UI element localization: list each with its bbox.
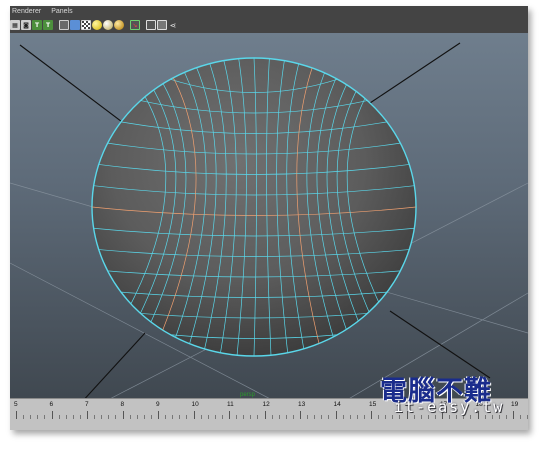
frame-minor-tick (214, 415, 216, 419)
xray-icon[interactable] (157, 20, 167, 30)
frame-minor-tick (505, 415, 507, 419)
frame-minor-tick (65, 415, 67, 419)
frame-minor-tick (30, 415, 32, 419)
frame-minor-tick (243, 415, 245, 419)
checker-icon[interactable] (81, 20, 91, 30)
frame-tick (300, 411, 301, 419)
frame-minor-tick (207, 415, 209, 419)
frame-minor-tick (328, 415, 330, 419)
wireframe-icon[interactable]: ▦ (10, 20, 20, 30)
frame-minor-tick (527, 415, 528, 419)
frame-minor-tick (165, 415, 167, 419)
frame-minor-tick (186, 415, 188, 419)
frame-minor-tick (44, 415, 46, 419)
frame-minor-tick (378, 415, 380, 419)
frame-tick-label: 6 (49, 401, 54, 408)
frame-minor-tick (356, 415, 358, 419)
texture-icon[interactable]: T (43, 20, 53, 30)
frame-tick-label: 19 (511, 401, 519, 408)
frame-minor-tick (307, 415, 309, 419)
frame-minor-tick (101, 415, 103, 419)
frame-tick (51, 411, 53, 419)
panel-menubar: Renderer Panels (10, 6, 528, 18)
frame-minor-tick (314, 415, 316, 419)
frame-minor-tick (179, 415, 181, 419)
frame-minor-tick (129, 415, 131, 419)
frame-minor-tick (23, 415, 25, 419)
menu-renderer[interactable]: Renderer (12, 6, 41, 18)
frame-tick (122, 411, 124, 419)
menu-panels[interactable]: Panels (51, 6, 72, 18)
frame-tick (16, 411, 17, 419)
frame-minor-tick (79, 415, 81, 419)
frame-tick-label: 9 (156, 401, 160, 408)
smooth-shade-icon[interactable]: ◙ (21, 20, 31, 30)
frame-minor-tick (292, 415, 294, 419)
wireframe-on-shaded-icon[interactable] (146, 20, 156, 30)
frame-minor-tick (200, 415, 202, 419)
perspective-viewport[interactable]: persp (10, 33, 528, 404)
frame-tick (335, 411, 337, 419)
frame-minor-tick (250, 415, 252, 419)
frame-minor-tick (520, 415, 522, 419)
frame-minor-tick (58, 415, 60, 419)
frame-tick-label: 13 (298, 401, 306, 408)
frame-tick-label: 11 (227, 401, 234, 408)
frame-minor-tick (278, 415, 280, 419)
frame-minor-tick (94, 415, 96, 419)
frame-tick (371, 411, 372, 419)
frame-minor-tick (349, 415, 351, 419)
frame-tick-label: 15 (369, 401, 377, 408)
scene-render (10, 42, 528, 404)
sphere-body (91, 57, 417, 357)
frame-tick-label: 12 (262, 401, 270, 408)
maya-viewport-window: Renderer Panels ▦ ◙ T T ↘ ⋖ persp 5 6 7 … (10, 6, 528, 430)
frame-minor-tick (136, 415, 138, 419)
frame-minor-tick (143, 415, 145, 419)
share-icon[interactable]: ⋖ (168, 20, 178, 30)
frame-minor-tick (221, 415, 223, 419)
all-lights-icon[interactable] (114, 20, 124, 30)
frame-tick (87, 411, 88, 419)
frame-minor-tick (72, 415, 74, 419)
frame-minor-tick (37, 415, 39, 419)
default-light-icon[interactable] (103, 20, 113, 30)
frame-tick-label: 5 (14, 401, 18, 408)
frame-minor-tick (150, 415, 152, 419)
frame-minor-tick (108, 415, 110, 419)
frame-tick (158, 411, 159, 419)
frame-minor-tick (271, 415, 273, 419)
frame-tick-label: 8 (120, 401, 125, 408)
frame-minor-tick (236, 415, 238, 419)
select-camera-icon[interactable]: ↘ (130, 20, 140, 30)
frame-minor-tick (172, 415, 174, 419)
frame-tick-label: 10 (191, 401, 199, 408)
watermark-subtitle: it-easy.tw (394, 398, 505, 416)
bounding-box-icon[interactable]: T (32, 20, 42, 30)
frame-minor-tick (321, 415, 323, 419)
frame-tick (229, 411, 230, 419)
frame-minor-tick (115, 415, 117, 419)
panel-toolbar: ▦ ◙ T T ↘ ⋖ (10, 18, 528, 32)
frame-minor-tick (385, 415, 387, 419)
frame-minor-tick (342, 415, 344, 419)
frame-tick-label: 14 (333, 401, 341, 408)
light-icon[interactable] (92, 20, 102, 30)
shaded-cube-icon[interactable] (70, 20, 80, 30)
frame-minor-tick (257, 415, 259, 419)
frame-tick (513, 411, 514, 419)
frame-tick-label: 7 (85, 401, 89, 408)
frame-tick (193, 411, 195, 419)
cube-icon[interactable] (59, 20, 69, 30)
frame-minor-tick (285, 415, 287, 419)
frame-tick (264, 411, 266, 419)
frame-minor-tick (363, 415, 365, 419)
